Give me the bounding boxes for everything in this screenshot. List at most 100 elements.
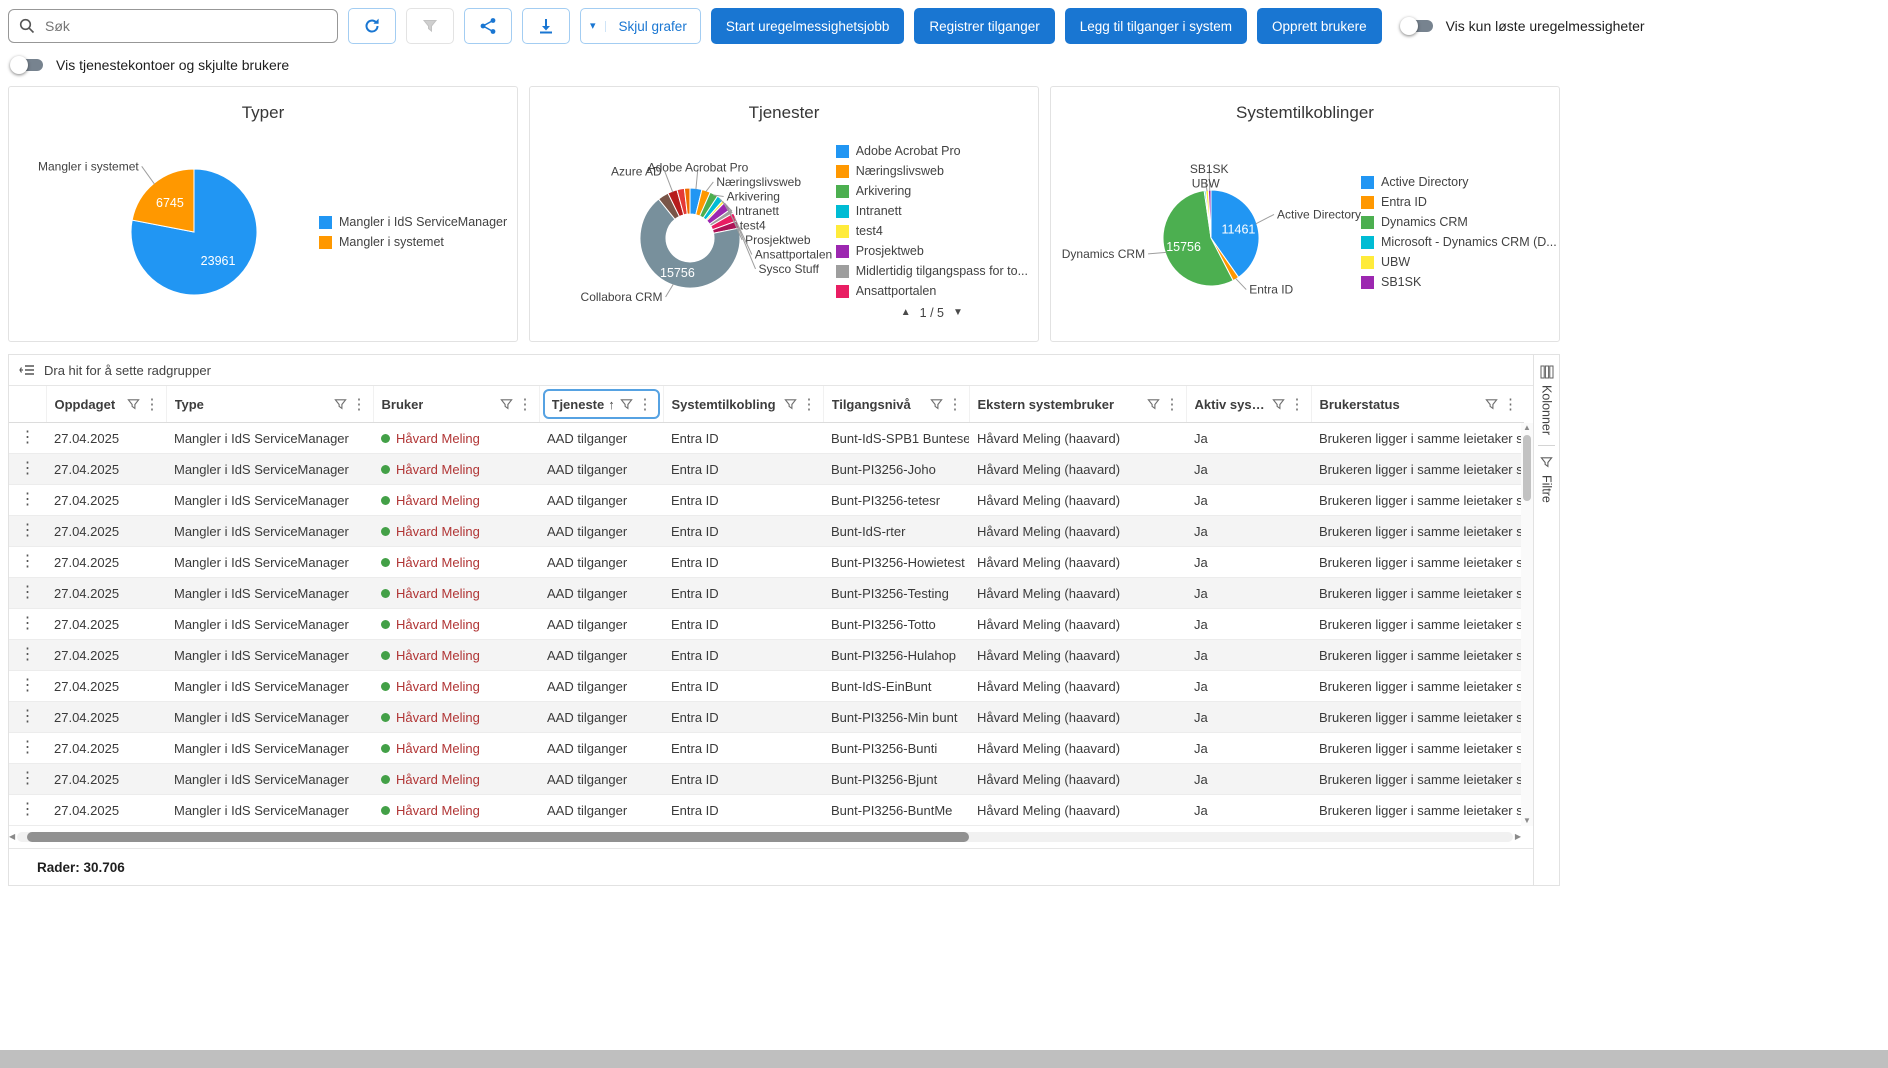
column-header-bruker[interactable]: Bruker⋮ (373, 386, 539, 423)
table-row[interactable]: ⋮27.04.2025Mangler i IdS ServiceManagerH… (9, 516, 1524, 547)
row-menu-icon[interactable]: ⋮ (18, 677, 38, 694)
share-button[interactable] (464, 8, 512, 44)
column-header-type[interactable]: Type⋮ (166, 386, 373, 423)
table-row[interactable]: ⋮27.04.2025Mangler i IdS ServiceManagerH… (9, 454, 1524, 485)
filter-icon[interactable] (127, 398, 140, 411)
tab-filtre[interactable]: Filtre (1540, 456, 1554, 503)
start-irregularity-job-button[interactable]: Start uregelmessighetsjobb (711, 8, 905, 44)
column-menu-icon[interactable]: ⋮ (143, 397, 162, 412)
row-menu-icon[interactable]: ⋮ (18, 522, 38, 539)
legend-label: Mangler i IdS ServiceManager (339, 215, 507, 229)
row-menu-icon[interactable]: ⋮ (18, 553, 38, 570)
table-row[interactable]: ⋮27.04.2025Mangler i IdS ServiceManagerH… (9, 485, 1524, 516)
horizontal-scrollbar-thumb[interactable] (27, 832, 969, 842)
cell-menu[interactable]: ⋮ (9, 516, 46, 547)
table-row[interactable]: ⋮27.04.2025Mangler i IdS ServiceManagerH… (9, 702, 1524, 733)
table-row[interactable]: ⋮27.04.2025Mangler i IdS ServiceManagerH… (9, 609, 1524, 640)
table-row[interactable]: ⋮27.04.2025Mangler i IdS ServiceManagerH… (9, 578, 1524, 609)
cell-ekstern: Håvard Meling (haavard) (969, 454, 1186, 485)
filter-icon[interactable] (500, 398, 513, 411)
scroll-right-icon[interactable]: ▶ (1515, 832, 1521, 842)
search-box[interactable] (8, 9, 338, 43)
cell-menu[interactable]: ⋮ (9, 423, 46, 454)
filter-icon[interactable] (620, 398, 633, 411)
column-header-oppdaget[interactable]: Oppdaget⋮ (46, 386, 166, 423)
cell-menu[interactable]: ⋮ (9, 702, 46, 733)
filter-icon[interactable] (930, 398, 943, 411)
column-header-ekstern[interactable]: Ekstern systembruker ⋮ (969, 386, 1186, 423)
table-row[interactable]: ⋮27.04.2025Mangler i IdS ServiceManagerH… (9, 423, 1524, 454)
cell-menu[interactable]: ⋮ (9, 454, 46, 485)
tjenester-donut-chart: 15756Azure ADCollabora CRMAdobe Acrobat … (540, 130, 830, 335)
scroll-left-icon[interactable]: ◀ (9, 832, 15, 842)
filter-icon[interactable] (1272, 398, 1285, 411)
scroll-down-icon[interactable]: ▼ (1523, 816, 1531, 826)
download-button[interactable] (522, 8, 570, 44)
caret-down-icon[interactable]: ▾ (581, 21, 606, 32)
column-menu-icon[interactable]: ⋮ (946, 397, 965, 412)
cell-menu[interactable]: ⋮ (9, 578, 46, 609)
vertical-scrollbar[interactable]: ▲ ▼ (1521, 423, 1533, 826)
vertical-scrollbar-thumb[interactable] (1523, 435, 1531, 501)
row-menu-icon[interactable]: ⋮ (18, 615, 38, 632)
column-label: Ekstern systembruker (978, 397, 1115, 412)
cell-menu[interactable]: ⋮ (9, 671, 46, 702)
row-menu-icon[interactable]: ⋮ (18, 739, 38, 756)
cell-menu[interactable]: ⋮ (9, 609, 46, 640)
row-menu-icon[interactable]: ⋮ (18, 491, 38, 508)
register-access-button[interactable]: Registrer tilganger (914, 8, 1054, 44)
row-menu-icon[interactable]: ⋮ (18, 801, 38, 818)
table-row[interactable]: ⋮27.04.2025Mangler i IdS ServiceManagerH… (9, 640, 1524, 671)
add-access-in-system-button[interactable]: Legg til tilganger i system (1065, 8, 1247, 44)
row-menu-icon[interactable]: ⋮ (18, 770, 38, 787)
search-input[interactable] (43, 17, 327, 35)
cell-menu[interactable]: ⋮ (9, 547, 46, 578)
tab-kolonner[interactable]: Kolonner (1540, 365, 1554, 435)
service-accounts-toggle[interactable] (10, 56, 46, 74)
table-row[interactable]: ⋮27.04.2025Mangler i IdS ServiceManagerH… (9, 795, 1524, 826)
filter-icon[interactable] (1485, 398, 1498, 411)
cell-menu[interactable]: ⋮ (9, 795, 46, 826)
clear-filter-button[interactable] (406, 8, 454, 44)
column-menu-icon[interactable]: ⋮ (800, 397, 819, 412)
row-menu-icon[interactable]: ⋮ (18, 584, 38, 601)
column-menu-icon[interactable]: ⋮ (1501, 397, 1520, 412)
pager-up-icon[interactable]: ▲ (901, 308, 911, 318)
cell-menu[interactable]: ⋮ (9, 640, 46, 671)
column-header-aktiv[interactable]: Aktiv syste...⋮ (1186, 386, 1311, 423)
column-header-brukerstatus[interactable]: Brukerstatus⋮ (1311, 386, 1524, 423)
cell-menu[interactable]: ⋮ (9, 733, 46, 764)
column-menu-icon[interactable]: ⋮ (636, 397, 655, 412)
cell-menu[interactable]: ⋮ (9, 764, 46, 795)
legend-item: Arkivering (836, 184, 1028, 198)
column-menu-icon[interactable]: ⋮ (516, 397, 535, 412)
pager-down-icon[interactable]: ▼ (953, 308, 963, 318)
refresh-button[interactable] (348, 8, 396, 44)
row-menu-icon[interactable]: ⋮ (18, 460, 38, 477)
column-menu-icon[interactable]: ⋮ (1163, 397, 1182, 412)
column-header-tjeneste[interactable]: Tjeneste↑⋮ (539, 386, 663, 423)
cell-menu[interactable]: ⋮ (9, 485, 46, 516)
column-header-tilgangsniva[interactable]: Tilgangsnivå⋮ (823, 386, 969, 423)
hide-charts-button[interactable]: ▾ Skjul grafer (580, 8, 701, 44)
table-row[interactable]: ⋮27.04.2025Mangler i IdS ServiceManagerH… (9, 733, 1524, 764)
column-header-systemtilkobling[interactable]: Systemtilkobling⋮ (663, 386, 823, 423)
column-menu-icon[interactable]: ⋮ (350, 397, 369, 412)
row-menu-icon[interactable]: ⋮ (18, 646, 38, 663)
scroll-up-icon[interactable]: ▲ (1523, 423, 1531, 433)
table-row[interactable]: ⋮27.04.2025Mangler i IdS ServiceManagerH… (9, 547, 1524, 578)
column-menu-icon[interactable]: ⋮ (1288, 397, 1307, 412)
cell-tilgangsniva: Bunt-PI3256-tetesr (823, 485, 969, 516)
horizontal-scrollbar[interactable]: ◀ ▶ (9, 829, 1521, 845)
charts-row: Typer 239616745Mangler i systemet Mangle… (8, 86, 1560, 342)
row-group-drop-zone[interactable]: Dra hit for å sette radgrupper (9, 355, 1533, 386)
table-row[interactable]: ⋮27.04.2025Mangler i IdS ServiceManagerH… (9, 671, 1524, 702)
row-menu-icon[interactable]: ⋮ (18, 429, 38, 446)
filter-icon[interactable] (334, 398, 347, 411)
create-users-button[interactable]: Opprett brukere (1257, 8, 1382, 44)
filter-icon[interactable] (1147, 398, 1160, 411)
table-row[interactable]: ⋮27.04.2025Mangler i IdS ServiceManagerH… (9, 764, 1524, 795)
show-solved-toggle[interactable] (1400, 17, 1436, 35)
row-menu-icon[interactable]: ⋮ (18, 708, 38, 725)
filter-icon[interactable] (784, 398, 797, 411)
